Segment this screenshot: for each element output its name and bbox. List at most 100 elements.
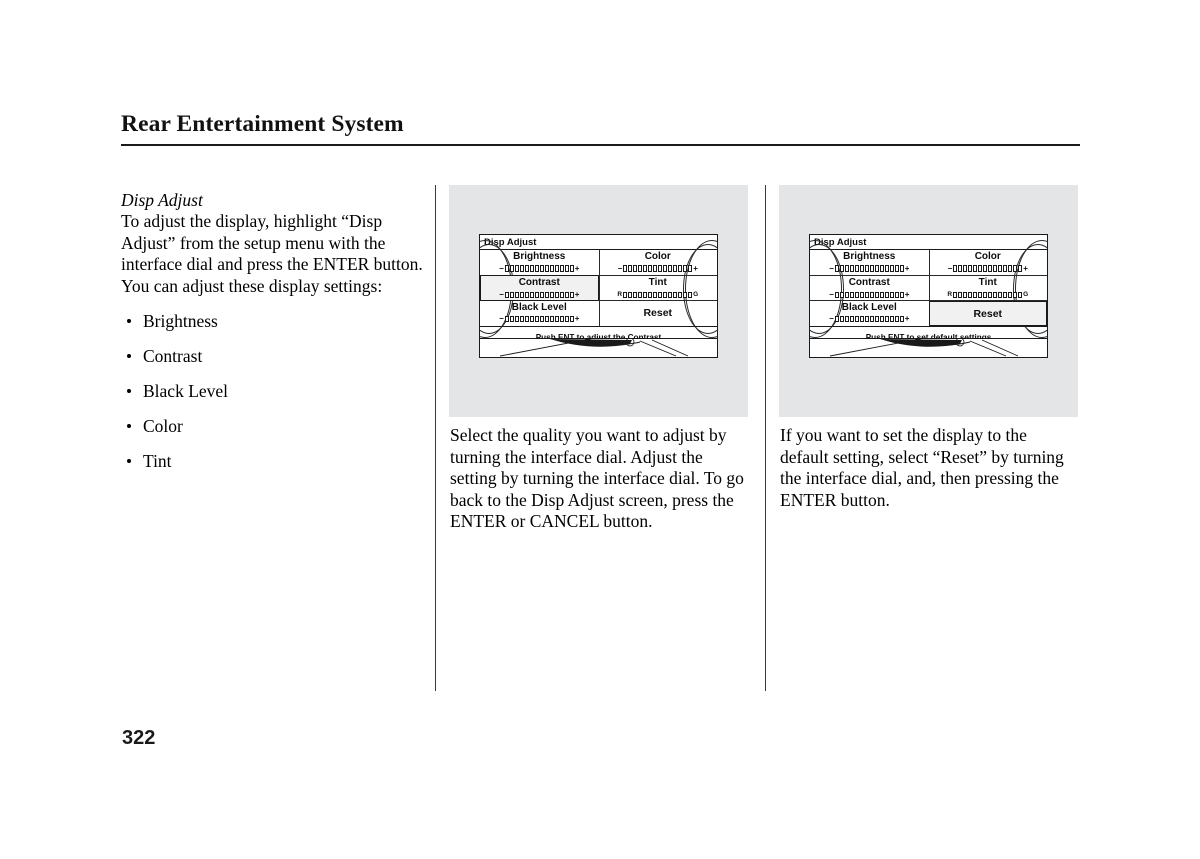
menu-item-brightness[interactable]: Brightness − +: [810, 250, 929, 275]
slider-segment: [854, 291, 859, 299]
brightness-slider[interactable]: − +: [810, 264, 929, 273]
slider-segment: [968, 291, 973, 299]
slider-segment: [869, 291, 874, 299]
header-divider-rule: [121, 144, 1080, 146]
color-slider[interactable]: − +: [929, 264, 1048, 273]
menu-item-tint[interactable]: Tint R G: [928, 275, 1048, 301]
slider-segment: [879, 265, 884, 272]
slider-segment: [623, 265, 628, 272]
slider-segment: [854, 265, 859, 272]
slider-segment: [628, 291, 633, 299]
slider-segment: [688, 265, 693, 272]
slider-segment: [633, 265, 638, 272]
slider-segment: [1017, 291, 1023, 299]
slider-segment: [874, 291, 879, 299]
menu-item-color[interactable]: Color − +: [599, 250, 718, 275]
tint-slider[interactable]: R G: [929, 290, 1048, 299]
menu-item-black-level[interactable]: Black Level − +: [480, 301, 599, 326]
screen-title-bar: Disp Adjust: [480, 235, 717, 250]
menu-item-tint[interactable]: Tint R G: [598, 275, 718, 301]
section-subheading: Disp Adjust: [121, 190, 203, 210]
slider-segment: [874, 265, 879, 272]
slider-segment: [834, 315, 839, 323]
slider-track: [953, 265, 1023, 272]
plus-sign-icon: +: [574, 314, 580, 324]
slider-segment: [879, 315, 884, 323]
screen-hint-bar: Push ENT to set default settings: [810, 326, 1047, 342]
slider-segment: [982, 291, 988, 299]
slider-segment: [864, 291, 869, 299]
minus-sign-icon: −: [499, 314, 504, 324]
menu-item-label: Reset: [973, 307, 1003, 320]
list-item: Color: [121, 416, 426, 437]
slider-segment: [1018, 265, 1023, 272]
list-item-label: Brightness: [143, 311, 218, 331]
figure-caption-middle: Select the quality you want to adjust by…: [450, 425, 744, 531]
menu-item-label: Brightness: [843, 251, 896, 262]
slider-segment: [524, 315, 529, 323]
slider-segment: [859, 315, 864, 323]
slider-segment: [534, 265, 539, 272]
slider-segment: [958, 291, 963, 299]
slider-segment: [879, 291, 884, 299]
black-level-slider[interactable]: − +: [810, 315, 929, 324]
color-slider[interactable]: − +: [599, 264, 718, 273]
slider-track: [504, 291, 574, 299]
slider-segment: [668, 265, 673, 272]
slider-segment: [978, 291, 983, 299]
menu-item-reset[interactable]: Reset: [599, 301, 718, 326]
slider-segment: [554, 265, 559, 272]
screen-title-label: Disp Adjust: [814, 237, 867, 248]
slider-segment: [519, 265, 524, 272]
slider-segment: [844, 315, 849, 323]
menu-item-contrast[interactable]: Contrast − +: [480, 275, 599, 301]
tint-slider[interactable]: R G: [599, 290, 718, 299]
rear-display-screen: Disp Adjust Brightness − + Contrast − + …: [809, 234, 1048, 358]
slider-segment: [1007, 291, 1013, 299]
list-item-label: Color: [143, 416, 183, 436]
screen-hint-bar: Push ENT to adjust the Contrast: [480, 326, 717, 342]
slider-segment: [509, 291, 514, 299]
green-end-label: G: [1023, 290, 1029, 298]
slider-segment: [519, 315, 524, 323]
slider-segment: [554, 291, 559, 299]
slider-segment: [973, 291, 978, 299]
intro-paragraph: To adjust the display, highlight “Disp A…: [121, 211, 423, 296]
slider-segment: [993, 265, 998, 272]
slider-segment: [889, 315, 894, 323]
slider-segment: [559, 291, 564, 299]
slider-segment: [899, 265, 904, 272]
slider-segment: [628, 265, 633, 272]
contrast-slider[interactable]: − +: [481, 290, 598, 299]
slider-segment: [889, 265, 894, 272]
slider-segment: [1003, 265, 1008, 272]
menu-item-black-level[interactable]: Black Level − +: [810, 301, 929, 326]
slider-segment: [894, 265, 899, 272]
menu-item-brightness[interactable]: Brightness − +: [480, 250, 599, 275]
slider-segment: [844, 291, 849, 299]
contrast-slider[interactable]: − +: [810, 290, 929, 299]
slider-segment: [652, 291, 658, 299]
slider-segment: [658, 265, 663, 272]
black-level-slider[interactable]: − +: [480, 315, 599, 324]
slider-segment: [889, 291, 894, 299]
list-item: Brightness: [121, 311, 426, 332]
slider-segment: [623, 291, 628, 299]
slider-segment: [657, 291, 663, 299]
brightness-slider[interactable]: − +: [480, 264, 599, 273]
menu-item-color[interactable]: Color − +: [929, 250, 1048, 275]
plus-sign-icon: +: [904, 289, 910, 299]
slider-segment: [549, 265, 554, 272]
slider-segment: [544, 315, 549, 323]
slider-segment: [683, 265, 688, 272]
slider-segment: [564, 315, 569, 323]
menu-item-reset[interactable]: Reset: [928, 300, 1047, 326]
slider-segment: [687, 291, 693, 299]
column-divider-left: [435, 185, 436, 691]
slider-segment: [504, 315, 509, 323]
menu-item-label: Tint: [978, 277, 997, 289]
menu-item-contrast[interactable]: Contrast − +: [810, 275, 929, 301]
figure-caption-right: If you want to set the display to the de…: [780, 425, 1064, 510]
slider-segment: [648, 291, 653, 299]
bullet-dot-icon: [127, 424, 131, 428]
